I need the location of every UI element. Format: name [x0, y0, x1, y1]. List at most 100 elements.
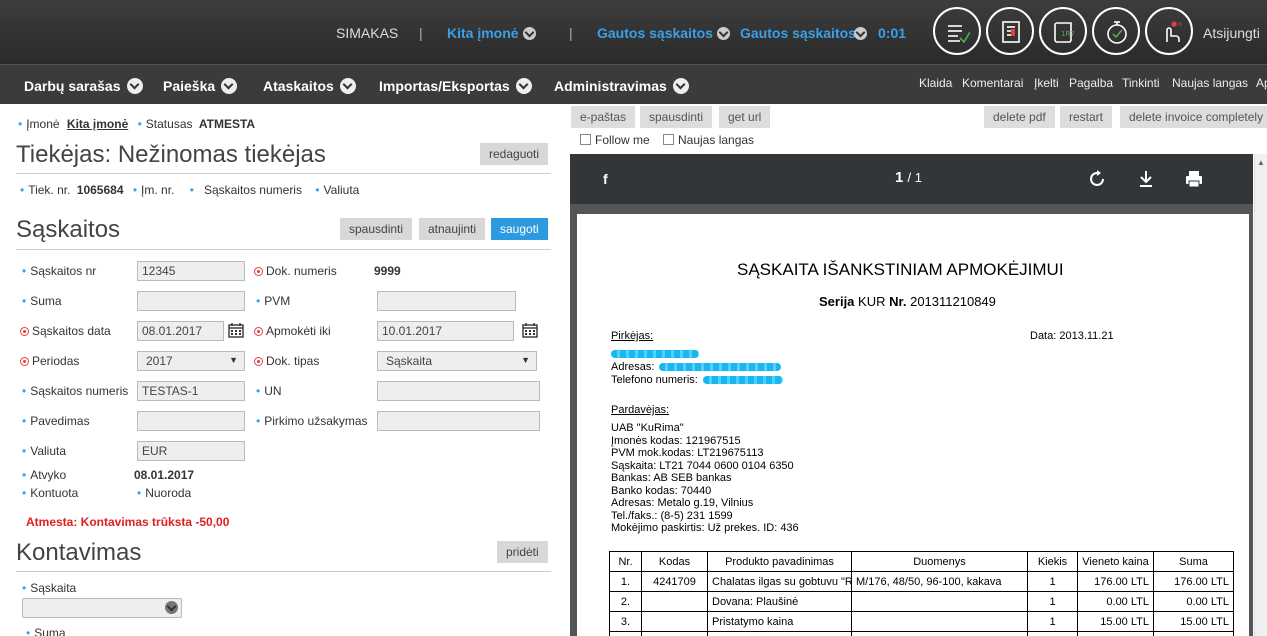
logout-link[interactable]: Atsijungti [1203, 25, 1260, 41]
un-input[interactable] [377, 381, 540, 401]
doc-type-label: Dok. tipas [254, 354, 319, 368]
delete-pdf-button[interactable]: delete pdf [984, 106, 1055, 128]
table-cell: Pristatymo kaina [707, 611, 852, 632]
received-invoices-label: Gautos sąskaitos [597, 25, 713, 41]
refresh-button[interactable]: atnaujinti [419, 218, 486, 240]
edit-supplier-button[interactable]: redaguoti [480, 143, 549, 165]
chevron-down-icon [165, 601, 178, 614]
stopwatch-button[interactable] [1092, 7, 1140, 55]
nav-link-help[interactable]: Pagalba [1069, 76, 1113, 90]
document-button[interactable] [986, 7, 1034, 55]
period-select[interactable]: 2017 [137, 351, 245, 371]
rotate-icon[interactable] [1088, 170, 1106, 188]
buyer-label: Pirkėjas: [611, 330, 654, 342]
chevron-down-icon [515, 78, 532, 94]
nav-link-error[interactable]: Klaida [919, 76, 952, 90]
vat-input[interactable] [377, 291, 516, 311]
invoice-nr-input[interactable]: 12345 [137, 261, 245, 281]
scroll-up-icon[interactable]: ▲ [1257, 158, 1265, 167]
invoice-form-panel: • Įmonė Kita įmonė • Statusas ATMESTA Tiek… [0, 104, 560, 636]
scrollbar[interactable]: ▲ [1254, 154, 1267, 636]
app-name[interactable]: SIMAKAS [336, 25, 398, 41]
seller-line: Bankas: AB SEB bankas [611, 472, 732, 484]
reference-link[interactable]: • Nuoroda [137, 486, 191, 500]
series-value: KUR [858, 294, 886, 309]
required-icon [20, 327, 29, 336]
document-icon [1002, 21, 1020, 43]
nav-link-comments[interactable]: Komentarai [962, 76, 1023, 90]
arrived-value: 08.01.2017 [134, 468, 195, 482]
print-button[interactable]: spausdinti [340, 218, 413, 240]
pdf-title: SĄSKAITA IŠANKSTINIAM APMOKĖJIMUI [737, 260, 1064, 279]
doc-type-select[interactable]: Sąskaita [377, 351, 537, 371]
nav-link-new-window[interactable]: Naujas langas [1172, 76, 1248, 90]
separator: | [569, 25, 573, 41]
follow-me-checkbox[interactable]: Follow me [580, 133, 650, 147]
table-header-cell: Nr. [609, 551, 642, 572]
nav-menu-worklist[interactable]: Darbų sarašas [24, 78, 143, 94]
un-label: • UN [256, 384, 282, 398]
delete-invoice-button[interactable]: delete invoice completely [1120, 106, 1267, 128]
checkbox-label: Follow me [595, 133, 650, 147]
nav-menu-reports[interactable]: Ataskaitos [263, 78, 356, 94]
account-select[interactable] [22, 598, 182, 618]
seller-line: Sąskaita: LT21 7044 0600 0104 6350 [611, 459, 794, 472]
invoice-date-input[interactable]: 08.01.2017 [137, 321, 224, 341]
add-posting-button[interactable]: pridėti [497, 541, 548, 563]
sum-input[interactable] [137, 291, 245, 311]
bullet: • [22, 581, 27, 595]
company-selector-label: Kita įmonė [447, 25, 519, 41]
currency-input[interactable]: EUR [137, 441, 245, 461]
checkbox-box [580, 134, 591, 145]
nav-link-upload[interactable]: Įkelti [1034, 76, 1059, 90]
currency-field-label: • Valiuta [22, 444, 66, 458]
invoice-number-input[interactable]: TESTAS-1 [137, 381, 245, 401]
supplier-info: • Tiek. nr. 1065684 • Įm. nr. • Sąskaitos n… [20, 183, 359, 197]
print-pdf-button[interactable]: spausdinti [640, 106, 713, 128]
doc-number-label: Dok. numeris [254, 264, 337, 278]
company-link[interactable]: Kita įmonė [67, 117, 128, 131]
menu-icon[interactable]: f [603, 171, 608, 187]
table-header-cell: Produkto pavadinimas [707, 551, 852, 572]
save-button[interactable]: saugoti [491, 218, 548, 240]
transfer-label: • Pavedimas [22, 414, 90, 428]
pointer-button[interactable]: ●×× [1145, 7, 1193, 55]
label-text: Sąskaitos data [32, 324, 111, 338]
new-window-checkbox[interactable]: Naujas langas [663, 133, 754, 147]
page-current[interactable]: 1 [895, 169, 903, 186]
nav-menu-label: Darbų sarašas [24, 78, 121, 94]
list-check-button[interactable] [933, 7, 981, 55]
email-button[interactable]: e-paštas [571, 106, 636, 128]
calendar-icon[interactable] [522, 322, 538, 338]
page-total: / 1 [907, 170, 922, 185]
get-url-button[interactable]: get url [719, 106, 771, 128]
top-bar: SIMAKAS | Kita įmonė | Gautos sąskaitos … [0, 0, 1267, 64]
nav-link-customize[interactable]: Tinkinti [1122, 76, 1160, 90]
nav-menu-search[interactable]: Paieška [163, 78, 238, 94]
purchase-order-input[interactable] [377, 411, 540, 431]
pointer-icon: ●×× [1166, 20, 1182, 42]
checkbox-box [663, 134, 674, 145]
scroll-button[interactable]: 1R7 [1039, 7, 1087, 55]
status-badge: ATMESTA [198, 117, 256, 131]
scroll-icon: 1R7 [1054, 22, 1075, 43]
table-cell: 3. [609, 611, 642, 632]
chevron-down-icon [126, 78, 143, 94]
restart-button[interactable]: restart [1060, 106, 1113, 128]
received-invoices-menu[interactable]: Gautos sąskaitos [597, 25, 730, 41]
calendar-icon[interactable] [228, 322, 244, 338]
download-icon[interactable] [1138, 170, 1154, 188]
sum-posting-label: • Suma [26, 626, 66, 636]
pdf-toolbar: f 1 / 1 [570, 154, 1253, 204]
transfer-input[interactable] [137, 411, 245, 431]
print-icon[interactable] [1185, 170, 1203, 188]
pay-until-input[interactable]: 10.01.2017 [377, 321, 514, 341]
company-selector[interactable]: Kita įmonė [447, 25, 536, 41]
bullet: • [22, 264, 27, 278]
received-invoices-menu-2[interactable]: Gautos sąskaitos [740, 25, 867, 41]
nav-menu-admin[interactable]: Administravimas [554, 78, 689, 94]
seller-label: Pardavėjas: [611, 404, 670, 416]
timer: 0:01 [878, 25, 907, 41]
nav-menu-import-export[interactable]: Importas/Eksportas [379, 78, 532, 94]
nav-link-more[interactable]: Ap [1256, 76, 1267, 90]
